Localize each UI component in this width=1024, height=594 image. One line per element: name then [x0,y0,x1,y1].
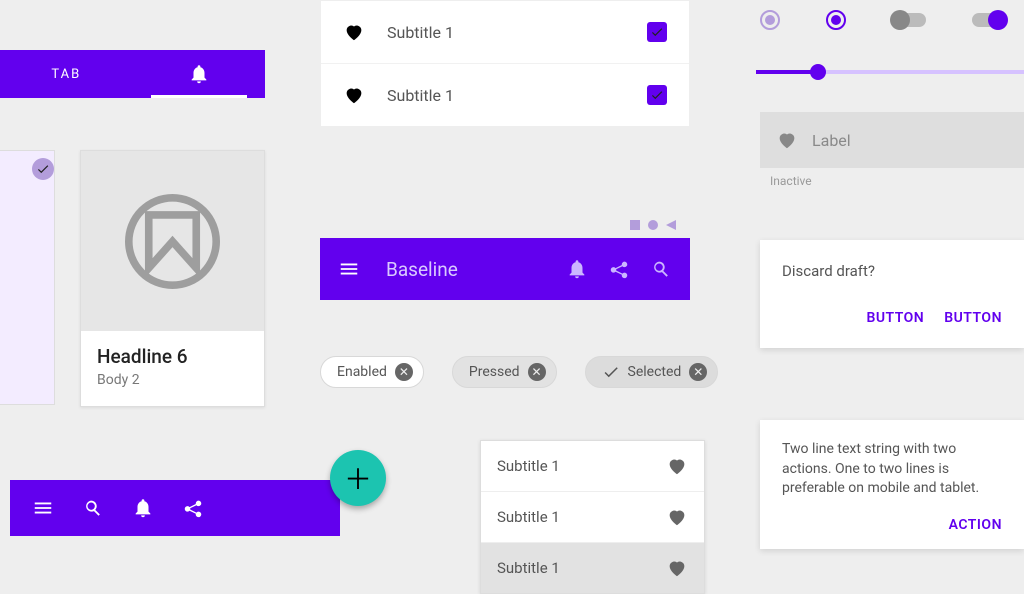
bell-icon [188,63,210,85]
share-icon[interactable] [608,258,630,280]
bottom-app-bar [10,480,340,536]
circle-icon [648,220,658,230]
checkbox[interactable] [647,22,667,42]
fab-add[interactable]: ＋ [330,450,386,506]
dialog-button[interactable]: BUTTON [944,310,1002,326]
tab-bar: TAB [0,50,265,98]
card-headline: Headline 6 [97,345,248,368]
chip-label: Enabled [337,364,387,380]
heart-icon[interactable] [666,455,688,477]
checkbox-list: Subtitle 1 Subtitle 1 [320,0,690,127]
snackbar-message: Two line text string with two actions. O… [782,440,1002,499]
search-icon[interactable] [650,258,672,280]
card-body: Body 2 [97,372,248,388]
slider-thumb[interactable] [810,64,826,80]
square-icon [630,220,640,230]
radio-unchecked[interactable] [760,10,780,30]
slider[interactable] [756,70,1024,74]
heart-icon [343,21,365,43]
heart-list: Subtitle 1 Subtitle 1 Subtitle 1 [480,440,705,594]
bell-icon[interactable] [132,497,154,519]
card-media [81,151,264,331]
close-icon[interactable]: ✕ [528,363,546,381]
search-icon[interactable] [82,497,104,519]
share-icon[interactable] [182,497,204,519]
list-item-label: Subtitle 1 [387,23,625,42]
card-selected-badge [32,158,54,180]
chip-label: Pressed [469,364,520,380]
switch-on[interactable] [972,13,1006,27]
chip-label: Selected [628,364,682,380]
text-field-label: Label [812,131,851,150]
plus-icon: ＋ [344,458,372,498]
list-item[interactable]: Subtitle 1 [321,64,689,126]
system-status-icons [630,220,676,230]
chip-pressed[interactable]: Pressed ✕ [452,356,557,388]
radio-checked[interactable] [826,10,846,30]
list-item-label: Subtitle 1 [497,559,666,577]
heart-icon[interactable] [666,506,688,528]
tab-notifications[interactable] [133,50,266,98]
tab-label: TAB [51,67,81,82]
snackbar: Two line text string with two actions. O… [760,420,1024,549]
card[interactable]: Headline 6 Body 2 [80,150,265,407]
list-item[interactable]: Subtitle 1 [481,492,704,543]
list-item[interactable]: Subtitle 1 [321,1,689,64]
dialog: Discard draft? BUTTON BUTTON [760,240,1024,348]
dialog-button[interactable]: BUTTON [866,310,924,326]
top-app-bar: Baseline [320,238,690,300]
bell-icon[interactable] [566,258,588,280]
selection-controls [760,10,1006,30]
close-icon[interactable]: ✕ [689,363,707,381]
heart-icon[interactable] [666,557,688,579]
list-item-label: Subtitle 1 [387,86,625,105]
slider-track-fill [756,70,816,74]
menu-icon[interactable] [338,258,360,280]
triangle-icon [666,220,676,230]
checkbox[interactable] [647,85,667,105]
appbar-title: Baseline [386,258,546,281]
list-item[interactable]: Subtitle 1 [481,441,704,492]
chip-enabled[interactable]: Enabled ✕ [320,356,424,388]
text-field[interactable]: Label [760,112,1024,168]
text-field-helper: Inactive [770,174,812,188]
tab-text[interactable]: TAB [0,50,133,98]
chip-selected[interactable]: Selected ✕ [585,356,719,388]
material-logo-icon [125,194,220,289]
list-item[interactable]: Subtitle 1 [481,543,704,593]
switch-off[interactable] [892,13,926,27]
list-item-label: Subtitle 1 [497,508,666,526]
list-item-label: Subtitle 1 [497,457,666,475]
card-ghost [0,150,55,405]
snackbar-action[interactable]: ACTION [782,517,1002,533]
menu-icon[interactable] [32,497,54,519]
chip-row: Enabled ✕ Pressed ✕ Selected ✕ [320,356,718,388]
close-icon[interactable]: ✕ [395,363,413,381]
dialog-message: Discard draft? [782,262,1002,280]
check-icon [602,363,620,381]
heart-icon [343,84,365,106]
heart-icon [776,129,798,151]
